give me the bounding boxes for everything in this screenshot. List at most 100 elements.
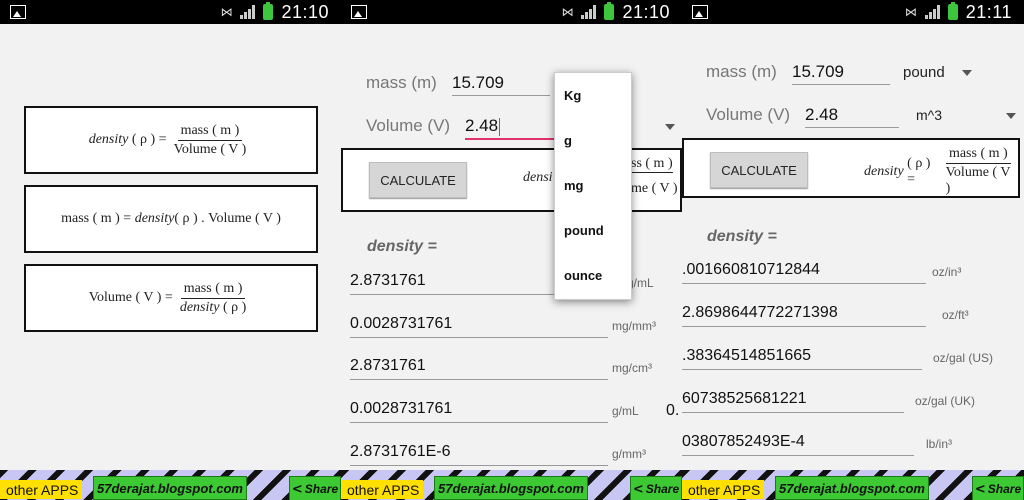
fraction-denominator: Volume ( V ): [173, 141, 247, 157]
fraction-denominator: Volume ( V ): [945, 165, 1011, 196]
share-label: Share: [645, 482, 680, 496]
status-bar: ⋈ 21:10: [341, 0, 682, 24]
share-label: Share: [987, 482, 1022, 496]
share-icon: <: [291, 481, 303, 497]
other-apps-button[interactable]: other APPS: [341, 480, 424, 499]
blog-link[interactable]: 57derajat.blogspot.com: [93, 476, 247, 500]
result-value: .38364514851665: [682, 347, 922, 370]
bottom-bar: other APPS 57derajat.blogspot.com < Share: [0, 470, 341, 500]
battery-icon: [947, 2, 958, 20]
image-icon: [351, 5, 367, 19]
mute-icon: ⋈: [220, 5, 233, 19]
rho-term: ( ρ ): [219, 299, 247, 315]
mass-term: mass ( m ) =: [61, 211, 132, 226]
clock: 21:11: [965, 1, 1012, 22]
volume-unit-select[interactable]: m^3: [916, 107, 942, 123]
image-icon: [10, 5, 26, 19]
mass-formula-box: mass ( m ) = density ( ρ ) . Volume ( V …: [24, 185, 318, 253]
signal-icon: [240, 5, 256, 19]
mass-input[interactable]: 15.709: [452, 73, 550, 96]
blog-link[interactable]: 57derajat.blogspot.com: [775, 476, 929, 500]
calculate-area: CALCULATE density ( ρ ) = mass ( m ) Vol…: [682, 138, 1020, 198]
bottom-bar: other APPS 57derajat.blogspot.com < Share: [682, 470, 1024, 500]
result-unit: mg/cm³: [612, 361, 652, 375]
blog-link[interactable]: 57derajat.blogspot.com: [434, 476, 588, 500]
result-value: 2.8731761: [350, 357, 608, 380]
result-value: 60738525681221: [682, 390, 904, 413]
result-edge-text: 0.: [666, 402, 680, 419]
volume-input[interactable]: 2.48: [465, 116, 555, 140]
fraction-denominator: me ( V ): [631, 181, 678, 196]
battery-icon: [604, 2, 615, 20]
result-unit: lb/in³: [926, 437, 953, 451]
density-term: density: [864, 163, 904, 179]
status-bar: ⋈ 21:11: [682, 0, 1024, 24]
density-fraction: mass ( m ) Volume ( V ): [171, 123, 250, 158]
density-fraction: mass ( m ) Volume ( V ): [943, 146, 1014, 197]
density-formula: density ( ρ ) = mass ( m ) Volume ( V ): [864, 146, 1018, 197]
share-button[interactable]: < Share: [972, 476, 1024, 500]
rho-term: ( ρ ) =: [907, 155, 931, 187]
calculate-button[interactable]: CALCULATE: [369, 162, 467, 198]
chevron-down-icon[interactable]: [962, 70, 972, 76]
result-unit: g/mL: [612, 404, 639, 418]
status-bar: ⋈ 21:10: [0, 0, 341, 24]
battery-icon: [263, 2, 274, 20]
screen-calculator-dropdown: ⋈ 21:10 mass (m) 15.709 Volume (V) 2.48 …: [341, 0, 682, 500]
image-icon: [692, 5, 708, 19]
fraction-numerator: ss ( m ): [631, 156, 673, 173]
result-unit: oz/in³: [932, 265, 962, 279]
rho-term: ( ρ ) =: [131, 132, 167, 147]
share-button[interactable]: < Share: [289, 476, 341, 500]
share-button[interactable]: < Share: [630, 476, 682, 500]
bottom-bar: other APPS 57derajat.blogspot.com < Share: [341, 470, 682, 500]
mute-icon: ⋈: [904, 5, 917, 19]
result-unit: mg/mm³: [612, 319, 656, 333]
volume-label: Volume (V): [706, 105, 791, 124]
volume-fraction: mass ( m ) density ( ρ ): [177, 281, 249, 316]
dropdown-option-g[interactable]: g: [555, 118, 631, 163]
result-unit: oz/gal (US): [933, 351, 994, 365]
share-label: Share: [304, 482, 339, 496]
result-value: 2.8731761E-6: [350, 443, 608, 466]
dropdown-option-pound[interactable]: pound: [555, 208, 631, 253]
result-value: .001660810712844: [682, 261, 926, 284]
signal-icon: [581, 5, 597, 19]
density-term: density: [88, 132, 129, 147]
density-result-label: density =: [367, 238, 437, 255]
clock: 21:10: [622, 1, 670, 22]
mass-label: mass (m): [366, 73, 437, 92]
signal-icon: [924, 5, 940, 19]
dropdown-option-mg[interactable]: mg: [555, 163, 631, 208]
rho-volume-term: ( ρ ) . Volume ( V ): [174, 211, 281, 226]
volume-input[interactable]: 2.48: [805, 105, 899, 128]
volume-input-value: 2.48: [465, 116, 499, 135]
volume-formula-box: Volume ( V ) = mass ( m ) density ( ρ ): [24, 264, 318, 332]
dropdown-option-kg[interactable]: Kg: [555, 73, 631, 118]
density-term: density: [134, 211, 175, 226]
chevron-down-icon[interactable]: [1006, 113, 1016, 119]
mass-unit-select[interactable]: pound: [903, 64, 945, 81]
calculate-button[interactable]: CALCULATE: [710, 152, 808, 188]
dropdown-option-ounce[interactable]: ounce: [555, 253, 631, 298]
volume-label: Volume (V): [366, 116, 451, 135]
result-value: 2.8698644772271398: [682, 304, 926, 327]
result-value: 0.0028731761: [350, 315, 608, 338]
density-term: density: [179, 299, 220, 315]
text-cursor: [499, 117, 501, 136]
mute-icon: ⋈: [561, 5, 574, 19]
other-apps-button[interactable]: other APPS: [0, 480, 83, 499]
screen-formulas: ⋈ 21:10 density ( ρ ) = mass ( m ) Volum…: [0, 0, 341, 500]
result-value: 0.0028731761: [350, 400, 608, 423]
fraction-numerator: mass ( m ): [177, 123, 243, 141]
formula-partial: densi: [523, 170, 553, 185]
mass-input[interactable]: 15.709: [792, 62, 890, 85]
other-apps-button[interactable]: other APPS: [682, 480, 765, 499]
chevron-down-icon[interactable]: [665, 124, 675, 130]
mass-label: mass (m): [706, 62, 777, 81]
fraction-numerator: mass ( m ): [945, 146, 1011, 164]
density-formula-box: density ( ρ ) = mass ( m ) Volume ( V ): [24, 106, 318, 174]
share-icon: <: [974, 481, 986, 497]
fraction-numerator: mass ( m ): [180, 281, 246, 299]
fraction-denominator: density ( ρ ): [177, 299, 249, 316]
